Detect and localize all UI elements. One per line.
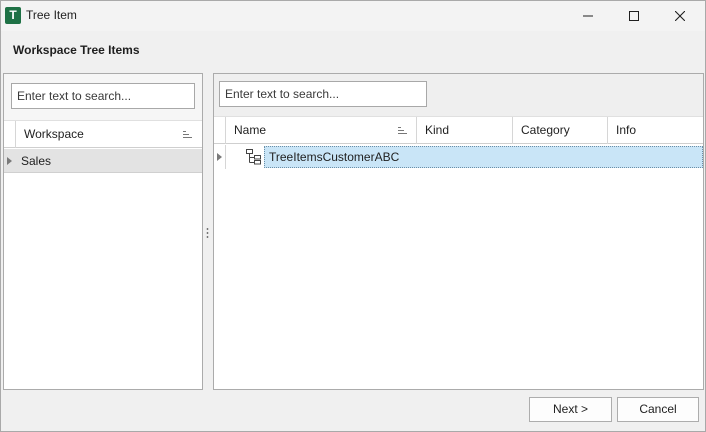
column-header-name[interactable]: Name — [226, 117, 417, 144]
workspace-row-label: Sales — [21, 154, 52, 168]
row-indicator-header — [4, 121, 16, 148]
close-button[interactable] — [657, 1, 703, 31]
page-title: Workspace Tree Items — [13, 43, 140, 57]
workspace-search-area — [4, 74, 202, 120]
cancel-button[interactable]: Cancel — [617, 397, 699, 422]
tree-item-row[interactable]: TreeItemsCustomerABC — [214, 145, 703, 169]
column-header-label: Name — [234, 123, 267, 137]
tree-items-panel: Name Kind Category Info — [213, 73, 704, 390]
maximize-icon — [629, 11, 639, 21]
column-header-kind[interactable]: Kind — [417, 117, 513, 144]
maximize-button[interactable] — [611, 1, 657, 31]
tree-items-grid-header: Name Kind Category Info — [214, 116, 703, 144]
title-bar: T Tree Item — [1, 1, 705, 31]
next-button[interactable]: Next > — [529, 397, 612, 422]
column-header-info[interactable]: Info — [608, 117, 703, 144]
minimize-button[interactable] — [565, 1, 611, 31]
tree-items-search-area — [214, 74, 703, 116]
expand-arrow-icon[interactable] — [7, 157, 12, 165]
tree-structure-icon — [246, 149, 261, 165]
workspace-panel: Workspace Sales — [3, 73, 203, 390]
row-indicator — [214, 145, 226, 169]
workspace-row[interactable]: Sales — [4, 149, 202, 173]
column-header-label: Category — [521, 123, 570, 137]
app-icon: T — [5, 7, 21, 24]
tree-items-search-input[interactable] — [219, 81, 427, 107]
sort-icon — [183, 131, 192, 138]
workspace-grid-header: Workspace — [4, 120, 202, 148]
expand-arrow-icon[interactable] — [217, 153, 222, 161]
row-indicator-header — [214, 117, 226, 144]
column-header-workspace[interactable]: Workspace — [16, 121, 202, 148]
column-header-category[interactable]: Category — [513, 117, 608, 144]
splitter-handle[interactable] — [206, 227, 209, 239]
column-header-label: Info — [616, 123, 637, 137]
close-icon — [675, 11, 685, 21]
sort-icon — [398, 127, 407, 134]
column-header-label: Workspace — [24, 127, 84, 141]
tree-item-dialog: T Tree Item Workspace Tree Items Workspa… — [0, 0, 706, 432]
window-title: Tree Item — [26, 8, 77, 22]
minimize-icon — [583, 15, 593, 17]
tree-item-name-cell[interactable]: TreeItemsCustomerABC — [264, 146, 703, 168]
workspace-search-input[interactable] — [11, 83, 195, 109]
column-header-label: Kind — [425, 123, 450, 137]
